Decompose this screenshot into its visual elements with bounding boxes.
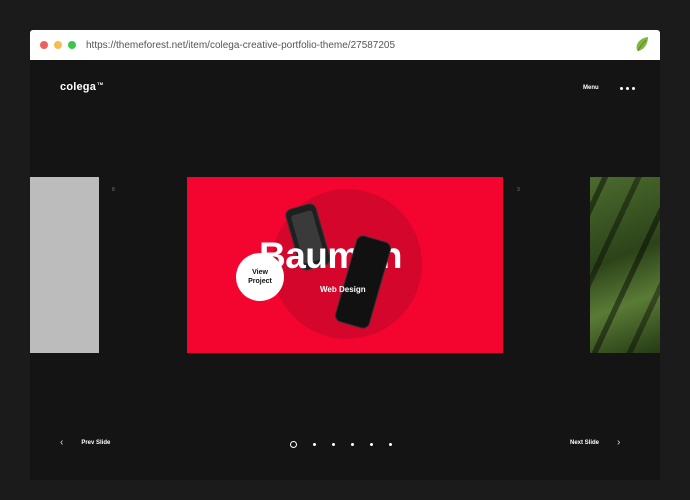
menu-button[interactable]: Menu [583, 85, 599, 91]
window-controls [40, 41, 76, 49]
envato-leaf-icon [636, 37, 648, 52]
address-bar-url[interactable]: https://themeforest.net/item/colega-crea… [86, 40, 395, 51]
slide-subtitle: Web Design [320, 285, 366, 294]
browser-bar: https://themeforest.net/item/colega-crea… [30, 30, 660, 60]
view-project-button[interactable]: View Project [236, 253, 284, 301]
pagination-dot[interactable] [351, 443, 354, 446]
view-project-label: View Project [248, 269, 272, 285]
pagination-dot[interactable] [370, 443, 373, 446]
pagination-dot[interactable] [389, 443, 392, 446]
chevron-left-icon: ‹ [60, 437, 64, 448]
pagination-dot[interactable] [332, 443, 335, 446]
slide-previous-preview[interactable] [30, 177, 99, 353]
pagination-dot[interactable] [313, 443, 316, 446]
next-slide-label: Next Slide [570, 439, 600, 446]
slide-current[interactable]: Bauman Web Design View Project [187, 177, 503, 353]
maximize-window-dot[interactable] [68, 41, 76, 49]
pagination-dot[interactable] [290, 441, 297, 448]
slide-next-number: 3 [517, 187, 520, 193]
chevron-right-icon: › [617, 437, 621, 448]
portfolio-site: colegaTM Menu 8 Bauman Web Design View P… [30, 60, 660, 480]
prev-slide-button[interactable]: ‹ Prev Slide [60, 437, 110, 448]
logo-text: colega [60, 81, 97, 93]
slide-next-preview[interactable] [590, 177, 660, 353]
minimize-window-dot[interactable] [54, 41, 62, 49]
site-logo[interactable]: colegaTM [60, 81, 103, 93]
next-slide-button[interactable]: Next Slide › [570, 437, 620, 448]
prev-slide-label: Prev Slide [81, 439, 111, 446]
slide-previous-number: 8 [112, 187, 115, 193]
logo-trademark: TM [97, 81, 104, 86]
more-dots-icon[interactable] [620, 87, 635, 90]
close-window-dot[interactable] [40, 41, 48, 49]
slide-pagination [290, 441, 392, 448]
